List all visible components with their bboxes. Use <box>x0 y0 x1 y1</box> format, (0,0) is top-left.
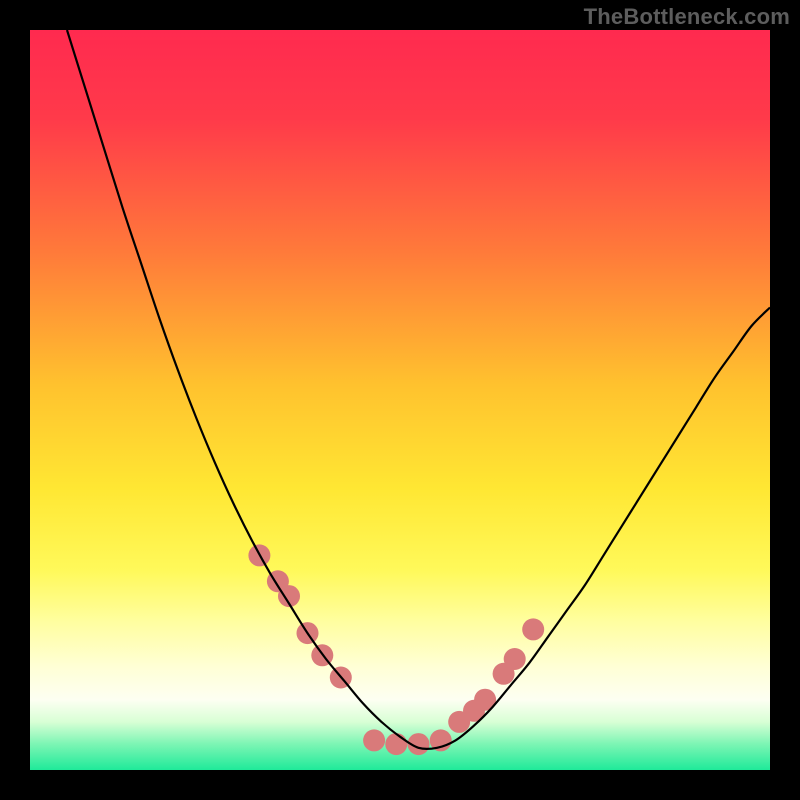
plot-area <box>30 30 770 770</box>
chart-container: TheBottleneck.com <box>0 0 800 800</box>
marker-dot <box>385 733 407 755</box>
watermark-text: TheBottleneck.com <box>584 4 790 30</box>
marker-dot <box>522 618 544 640</box>
chart-svg <box>30 30 770 770</box>
marker-dot <box>504 648 526 670</box>
gradient-background <box>30 30 770 770</box>
marker-dot <box>363 729 385 751</box>
